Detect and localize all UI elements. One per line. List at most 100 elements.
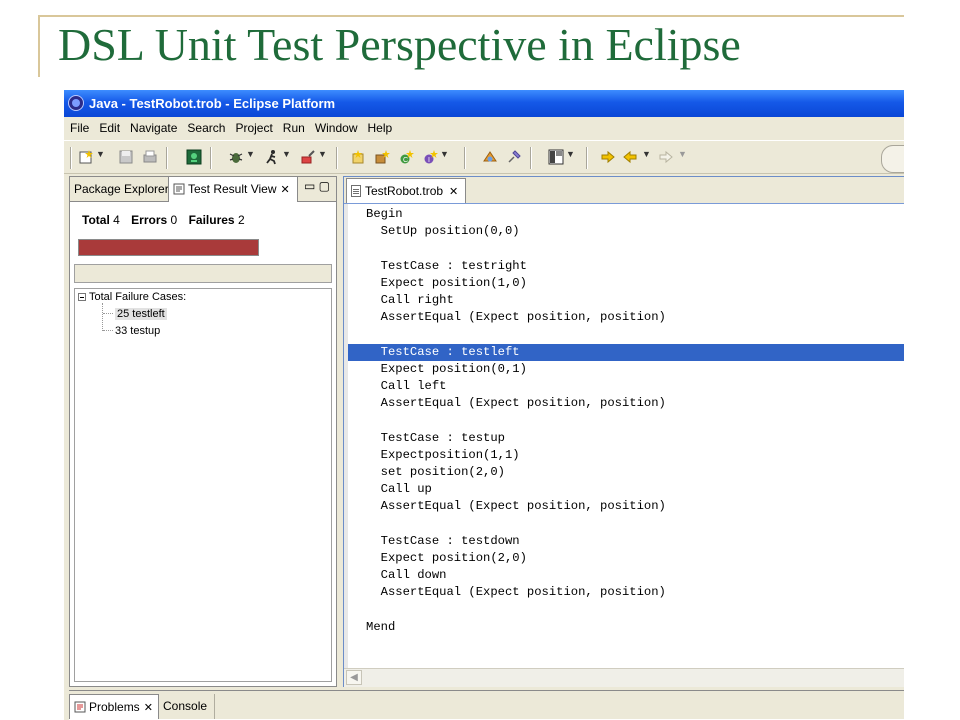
tree-root[interactable]: Total Failure Cases:: [78, 291, 186, 303]
test-result-panel: Package Explorer Test Result View ✕ ▭ ▢ T…: [69, 176, 337, 687]
code-line: SetUp position(0,0): [366, 224, 520, 239]
collapse-icon[interactable]: [78, 293, 86, 301]
editor-tabs: TestRobot.trob ✕: [344, 177, 904, 203]
toolbar-separator: [464, 147, 466, 169]
code-line: Mend: [366, 619, 396, 634]
code-line: AssertEqual (Expect position, position): [366, 499, 666, 514]
new-interface-icon[interactable]: I: [422, 149, 438, 165]
close-icon[interactable]: ✕: [280, 184, 289, 196]
minimize-icon[interactable]: ▭: [304, 179, 315, 193]
run-icon[interactable]: [264, 149, 280, 165]
code-line: Expect position(1,0): [366, 275, 527, 290]
code-line: Expect position(2,0): [366, 551, 527, 565]
tab-test-result-view[interactable]: Test Result View ✕: [168, 177, 298, 202]
open-perspective-icon[interactable]: [548, 149, 564, 165]
new-package-icon[interactable]: [374, 149, 390, 165]
bottom-panel: Problems ✕ Console: [69, 690, 904, 720]
editor-ruler: [344, 204, 348, 669]
code-line: TestCase : testup: [366, 430, 505, 445]
menu-window[interactable]: Window: [311, 117, 362, 139]
menu-search[interactable]: Search: [183, 117, 229, 139]
chevron-down-icon[interactable]: ▼: [678, 149, 687, 159]
horizontal-scrollbar[interactable]: ◀: [344, 668, 904, 687]
tab-label: Test Result View: [188, 182, 277, 196]
eclipse-icon: [68, 95, 84, 111]
slide-frame-left: [38, 15, 40, 77]
failure-tree: Total Failure Cases: 25 testleft 33 test…: [74, 288, 332, 682]
code-line: Call down: [366, 568, 447, 583]
toolbar-separator: [166, 147, 168, 169]
slide-title: DSL Unit Test Perspective in Eclipse: [58, 19, 741, 70]
code-line: Call right: [366, 293, 454, 307]
file-icon: [351, 185, 361, 197]
slide-frame-top: [38, 15, 904, 17]
debug-icon[interactable]: [228, 149, 244, 165]
print-icon[interactable]: [142, 149, 158, 165]
window-titlebar[interactable]: Java - TestRobot.trob - Eclipse Platform: [64, 90, 904, 117]
pin-icon[interactable]: [506, 149, 522, 165]
code-line: TestCase : testdown: [366, 533, 520, 548]
code-line: AssertEqual (Expect position, position): [366, 310, 666, 325]
menu-file[interactable]: File: [66, 117, 93, 139]
menu-navigate[interactable]: Navigate: [126, 117, 181, 139]
chevron-down-icon[interactable]: ▼: [246, 149, 255, 159]
view-controls: ▭ ▢: [304, 179, 330, 193]
code-line: TestCase : testright: [366, 258, 527, 273]
close-icon[interactable]: ✕: [144, 702, 153, 714]
toolbar-separator: [70, 147, 72, 169]
tree-item[interactable]: 25 testleft: [103, 308, 167, 320]
new-class-icon[interactable]: C: [398, 149, 414, 165]
errors-count: 0: [170, 213, 178, 227]
toolbar-separator: [530, 147, 532, 169]
tree-root-label: Total Failure Cases:: [89, 291, 187, 303]
eclipse-window: Java - TestRobot.trob - Eclipse Platform…: [64, 90, 904, 720]
code-line-selected: TestCase : testleft: [348, 343, 904, 361]
code-line: Begin: [366, 207, 403, 221]
tab-problems[interactable]: Problems ✕: [69, 694, 159, 719]
search-icon[interactable]: [482, 149, 498, 165]
perspective-switcher[interactable]: [881, 145, 904, 173]
menu-edit[interactable]: Edit: [95, 117, 124, 139]
code-line: Call up: [366, 482, 432, 497]
window-title: Java - TestRobot.trob - Eclipse Platform: [89, 96, 336, 111]
failure-message-field[interactable]: [74, 264, 332, 283]
chevron-down-icon[interactable]: ▼: [318, 149, 327, 159]
external-tools-icon[interactable]: [300, 149, 316, 165]
tab-package-explorer[interactable]: Package Explorer: [70, 177, 169, 201]
progress-fill: [79, 240, 258, 255]
tree-item[interactable]: 33 testup: [103, 325, 160, 337]
next-annotation-icon[interactable]: [600, 149, 616, 165]
chevron-down-icon[interactable]: ▼: [440, 149, 449, 159]
tab-testrobot-trob[interactable]: TestRobot.trob ✕: [346, 178, 466, 203]
tree-item-label: 25 testleft: [115, 308, 167, 320]
menu-project[interactable]: Project: [231, 117, 276, 139]
failures-count: 2: [237, 213, 245, 227]
forward-icon[interactable]: [658, 149, 674, 165]
code-editor[interactable]: Begin SetUp position(0,0) TestCase : tes…: [344, 203, 904, 669]
robot-icon[interactable]: [186, 149, 202, 165]
back-icon[interactable]: [622, 149, 638, 165]
toolbar-separator: [210, 147, 212, 169]
maximize-icon[interactable]: ▢: [319, 179, 330, 193]
code-line: AssertEqual (Expect position, position): [366, 585, 666, 600]
chevron-down-icon[interactable]: ▼: [282, 149, 291, 159]
menu-help[interactable]: Help: [364, 117, 397, 139]
close-icon[interactable]: ✕: [449, 186, 458, 198]
scroll-left-icon[interactable]: ◀: [346, 670, 362, 685]
svg-text:C: C: [403, 157, 408, 164]
code-line: set position(2,0): [366, 465, 505, 479]
errors-label: Errors: [131, 213, 168, 227]
test-result-icon: [173, 183, 185, 195]
open-type-icon[interactable]: [350, 149, 366, 165]
new-wizard-icon[interactable]: [78, 149, 94, 165]
chevron-down-icon[interactable]: ▼: [96, 149, 105, 159]
menu-run[interactable]: Run: [279, 117, 309, 139]
menu-bar: File Edit Navigate Search Project Run Window He…: [64, 117, 904, 139]
code-line: Call left: [366, 379, 447, 393]
save-icon[interactable]: [118, 149, 134, 165]
code-line: AssertEqual (Expect position, position): [366, 396, 666, 411]
tab-console[interactable]: Console: [159, 694, 215, 719]
chevron-down-icon[interactable]: ▼: [642, 149, 651, 159]
bottom-tabs: Problems ✕ Console: [69, 691, 904, 719]
chevron-down-icon[interactable]: ▼: [566, 149, 575, 159]
